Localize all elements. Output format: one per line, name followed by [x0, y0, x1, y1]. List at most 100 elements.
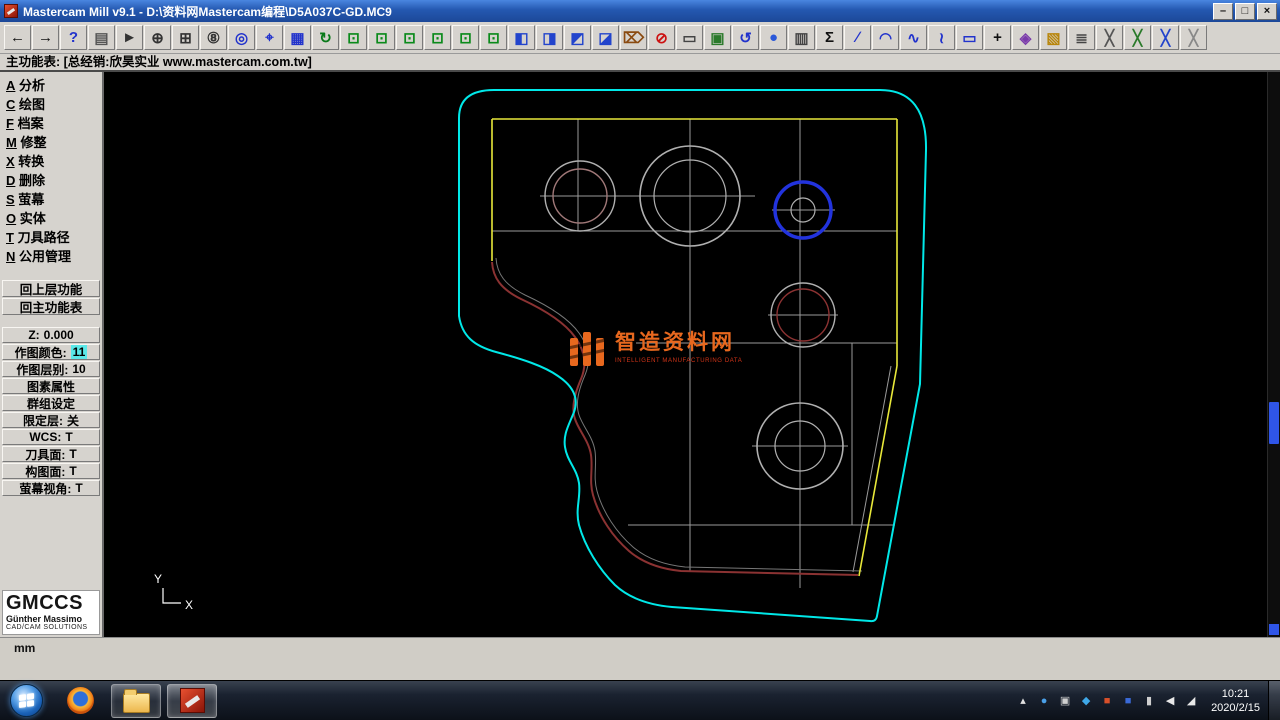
delete-icon[interactable]: ⊘ [648, 25, 675, 50]
sidebar-item-delete[interactable]: D 删除 [0, 171, 102, 190]
trim-break-icon[interactable]: ╳ [1180, 25, 1207, 50]
zoom-fit-icon[interactable]: ◎ [228, 25, 255, 50]
gmccs-logo: GMCCS Günther Massimo CAD/CAM SOLUTIONS [2, 590, 100, 635]
rectangle-icon[interactable]: ▭ [956, 25, 983, 50]
gview-axon-icon[interactable]: ⊡ [480, 25, 507, 50]
select-window-icon[interactable]: ▦ [284, 25, 311, 50]
pan-icon[interactable]: ⌖ [256, 25, 283, 50]
sigma-icon[interactable]: Σ [816, 25, 843, 50]
minimize-button[interactable]: – [1213, 3, 1233, 20]
gview-back-icon[interactable]: ⊡ [396, 25, 423, 50]
sidebar-item-nc-utils[interactable]: N 公用管理 [0, 247, 102, 266]
blank-screen-icon[interactable]: ▭ [676, 25, 703, 50]
scrollbar-thumb[interactable] [1269, 402, 1279, 444]
sidebar-item-file[interactable]: F 档案 [0, 114, 102, 133]
sidebar-item-toolpaths[interactable]: T 刀具路径 [0, 228, 102, 247]
zoom-window-icon[interactable]: ⊞ [172, 25, 199, 50]
status-limit-level-button[interactable]: 限定层:关 [2, 412, 100, 428]
sidebar-item-screen[interactable]: S 萤幕 [0, 190, 102, 209]
trim-divide-icon[interactable]: ╳ [1152, 25, 1179, 50]
window-controls: – □ × [1211, 3, 1280, 20]
shield-icon[interactable]: ◆ [1078, 694, 1094, 707]
restore-button[interactable]: □ [1235, 3, 1255, 20]
wireframe-geometry[interactable] [492, 119, 897, 588]
gview-iso-icon[interactable]: ⊡ [452, 25, 479, 50]
main-menu-button[interactable]: 回主功能表 [2, 298, 100, 315]
sidebar-item-create[interactable]: C 绘图 [0, 95, 102, 114]
vertical-scrollbar[interactable] [1267, 72, 1280, 637]
repaint-icon[interactable]: ⌦ [620, 25, 647, 50]
gmccs-logo-line1: Günther Massimo [6, 614, 96, 624]
cursor-help-icon[interactable]: ► [116, 25, 143, 50]
show-desktop-button[interactable] [1268, 681, 1280, 720]
holes[interactable] [545, 146, 843, 489]
status-tool-plane-button[interactable]: 刀具面:T [2, 446, 100, 462]
back-arrow-icon[interactable]: ← [4, 25, 31, 50]
battery-icon[interactable]: ▮ [1141, 694, 1157, 707]
axis-x-label: X [185, 598, 193, 612]
notepad-icon[interactable]: ▤ [88, 25, 115, 50]
status-groups-button[interactable]: 群组设定 [2, 395, 100, 411]
input-method-icon[interactable]: ● [1036, 695, 1052, 707]
prompt-area: mm [0, 637, 1280, 680]
gview-top-icon[interactable]: ⊡ [340, 25, 367, 50]
shade-icon[interactable]: ● [760, 25, 787, 50]
cplane-3d-icon[interactable]: ◪ [592, 25, 619, 50]
dynamic-spin-icon[interactable]: ↻ [312, 25, 339, 50]
taskbar-mastercam[interactable] [167, 684, 217, 718]
copy-screen-icon[interactable]: ▣ [704, 25, 731, 50]
solid-icon[interactable]: ▧ [1040, 25, 1067, 50]
machining-contour-shadow[interactable] [496, 258, 862, 571]
alert-icon[interactable]: ■ [1099, 695, 1115, 707]
sidebar-item-analyze[interactable]: A 分析 [0, 76, 102, 95]
status-graphics-view-button[interactable]: 萤幕视角:T [2, 480, 100, 496]
status-wcs-button[interactable]: WCS:T [2, 429, 100, 445]
network-icon[interactable]: ◢ [1183, 694, 1199, 707]
spline-icon[interactable]: ∿ [900, 25, 927, 50]
sidebar-item-modify[interactable]: M 修整 [0, 133, 102, 152]
point-icon[interactable]: + [984, 25, 1011, 50]
start-button[interactable] [0, 681, 52, 720]
gview-side-icon[interactable]: ⊡ [424, 25, 451, 50]
trim-two-icon[interactable]: ╳ [1124, 25, 1151, 50]
clipboard-icon[interactable]: ▣ [1057, 694, 1073, 707]
zoom-previous-icon[interactable]: ⑧ [200, 25, 227, 50]
cplane-side-icon[interactable]: ◩ [564, 25, 591, 50]
screen-stats-icon[interactable]: ▥ [788, 25, 815, 50]
sidebar: A 分析C 绘图F 档案M 修整X 转换D 删除S 萤幕O 实体T 刀具路径N … [0, 72, 104, 637]
sync-icon[interactable]: ■ [1120, 695, 1136, 707]
taskbar-explorer[interactable] [111, 684, 161, 718]
volume-icon[interactable]: ◀ [1162, 694, 1178, 707]
drawing-canvas[interactable]: Y X 智造资料网 INTELLIGENT MANUFACTURING DATA [104, 72, 1280, 637]
taskbar-clock[interactable]: 10:21 2020/2/15 [1203, 687, 1268, 715]
toolbar-list-icon[interactable]: ≣ [1068, 25, 1095, 50]
help-icon[interactable]: ? [60, 25, 87, 50]
undo-icon[interactable]: ↺ [732, 25, 759, 50]
zoom-in-icon[interactable]: ⊕ [144, 25, 171, 50]
status-attributes-button[interactable]: 图素属性 [2, 378, 100, 394]
forward-arrow-icon[interactable]: → [32, 25, 59, 50]
cplane-top-icon[interactable]: ◧ [508, 25, 535, 50]
machining-contour[interactable] [492, 262, 858, 575]
arc-icon[interactable]: ◠ [872, 25, 899, 50]
mastercam-app-icon[interactable] [4, 4, 18, 18]
status-draw-level-button[interactable]: 作图层别:10 [2, 361, 100, 377]
cplane-front-icon[interactable]: ◨ [536, 25, 563, 50]
hidden-icons-arrow[interactable]: ▴ [1015, 694, 1031, 707]
titlebar: Mastercam Mill v9.1 - D:\资料网Mastercam编程\… [0, 0, 1280, 22]
line-icon[interactable]: ∕ [844, 25, 871, 50]
backup-button[interactable]: 回上层功能 [2, 280, 100, 297]
close-button[interactable]: × [1257, 3, 1277, 20]
part-outline[interactable] [459, 90, 926, 621]
sidebar-item-solids[interactable]: O 实体 [0, 209, 102, 228]
status-draw-color-button[interactable]: 作图颜色:11 [2, 344, 100, 360]
trim-one-icon[interactable]: ╳ [1096, 25, 1123, 50]
status-construction-plane-button[interactable]: 构图面:T [2, 463, 100, 479]
curve-icon[interactable]: ≀ [928, 25, 955, 50]
stock-boundary[interactable] [492, 119, 897, 576]
taskbar-firefox[interactable] [55, 684, 105, 718]
surface-icon[interactable]: ◈ [1012, 25, 1039, 50]
status-z-depth-button[interactable]: Z:0.000 [2, 327, 100, 343]
gview-front-icon[interactable]: ⊡ [368, 25, 395, 50]
sidebar-item-xform[interactable]: X 转换 [0, 152, 102, 171]
